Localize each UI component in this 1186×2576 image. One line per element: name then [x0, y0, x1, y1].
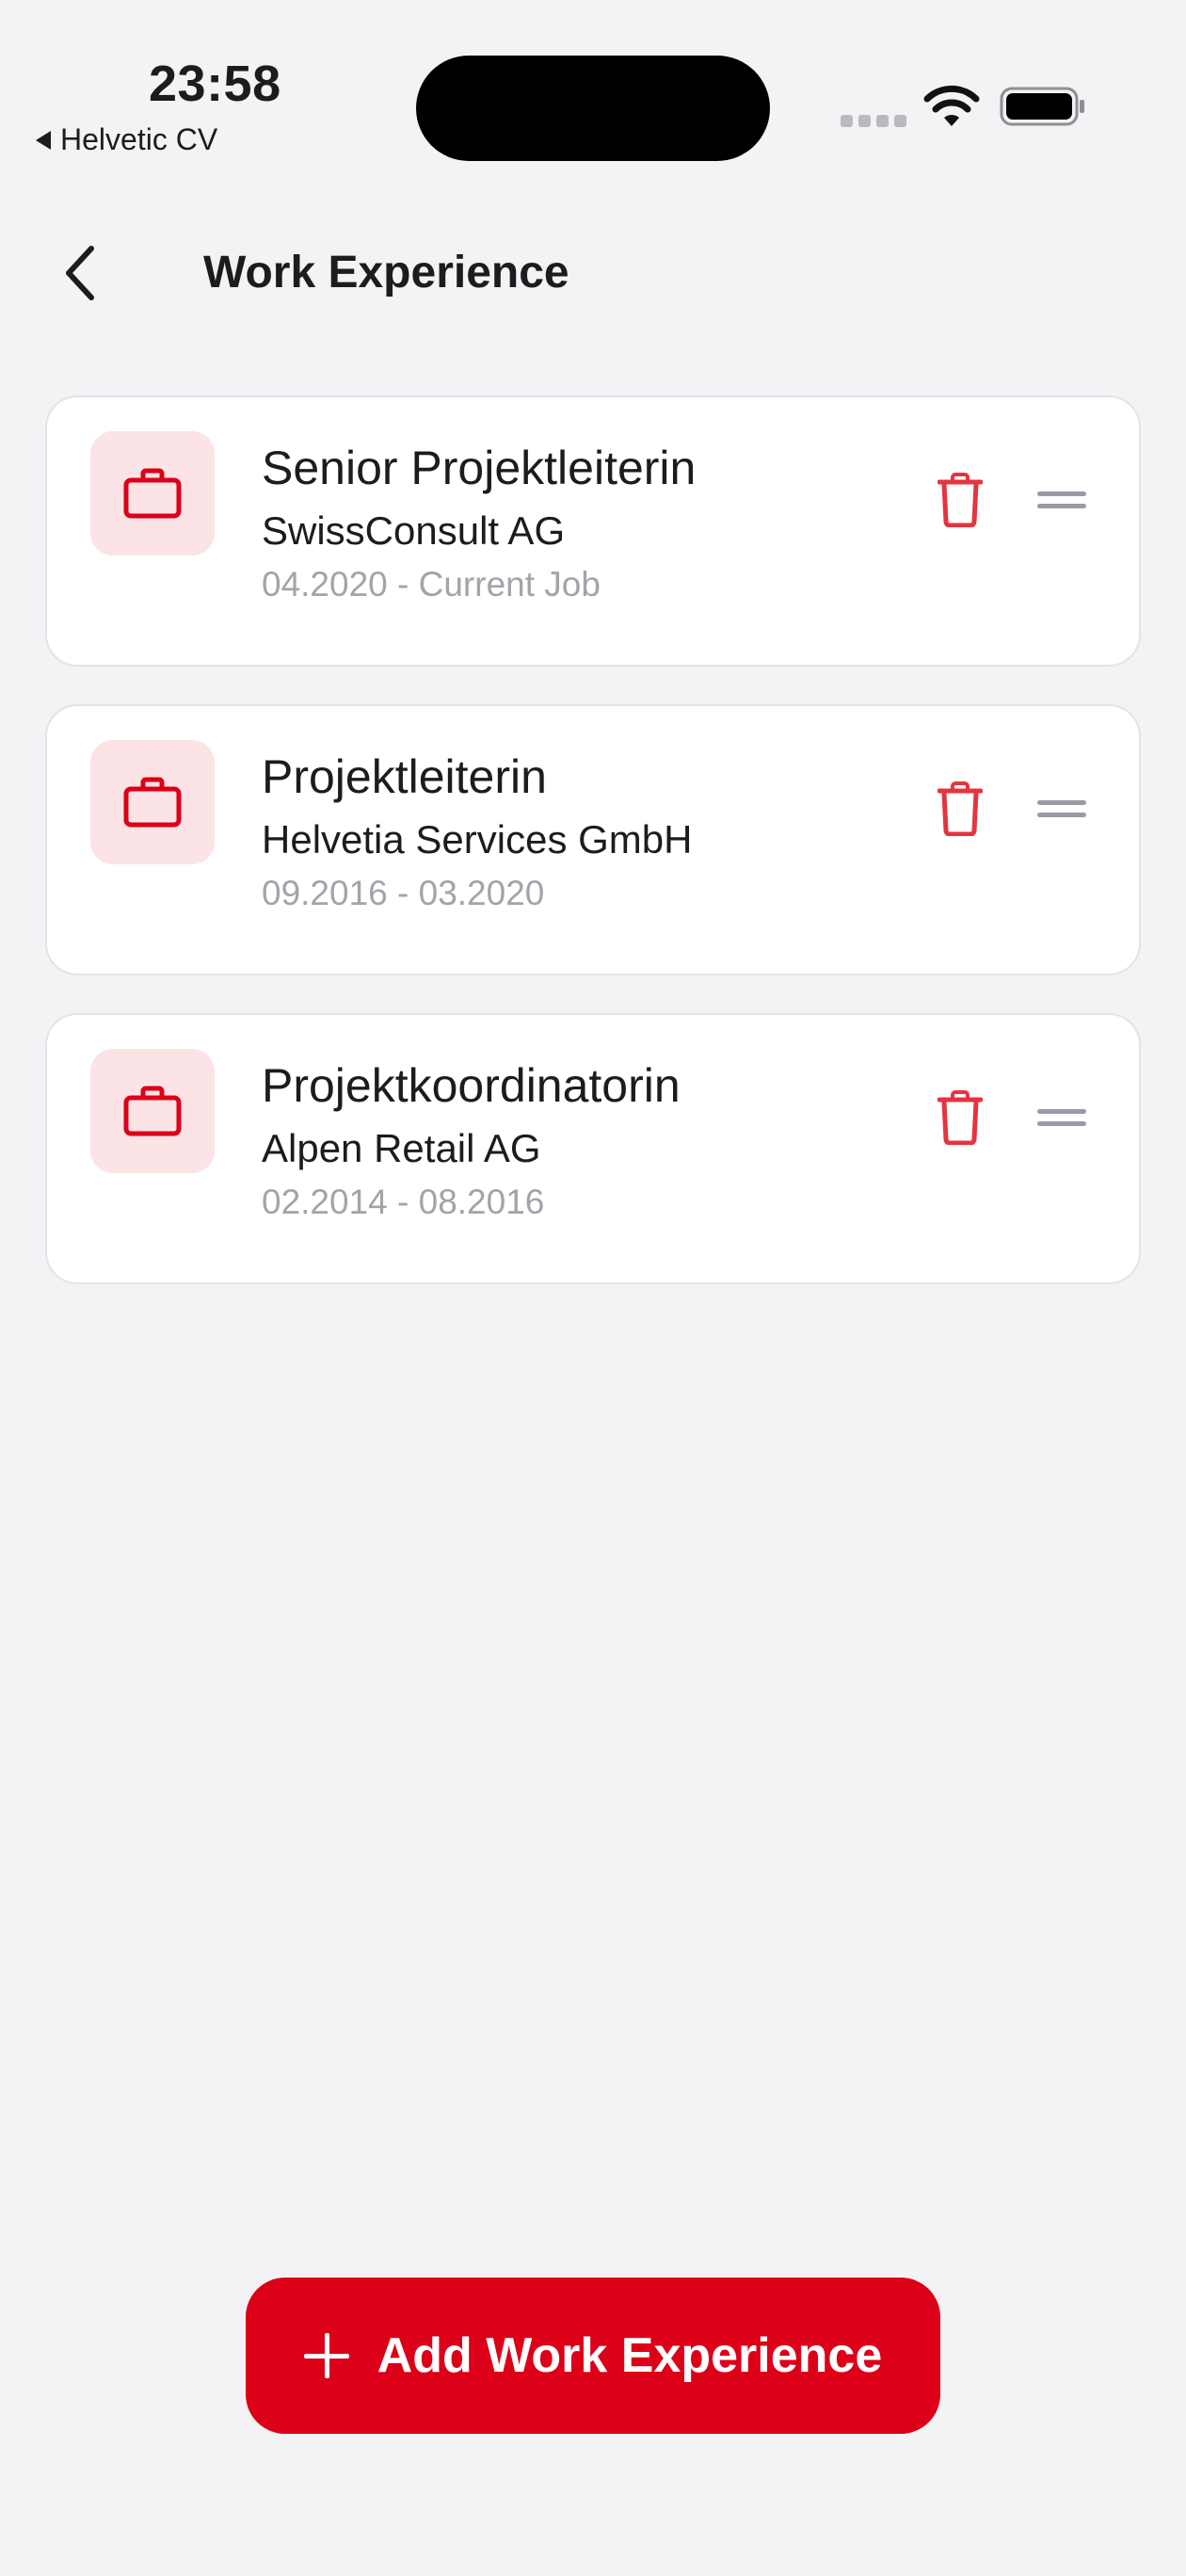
back-to-app-link[interactable]: Helvetic CV — [36, 122, 217, 157]
navigation-bar: Work Experience — [0, 217, 1186, 330]
plus-icon — [303, 2333, 349, 2378]
job-title: Senior Projektleiterin — [262, 442, 697, 494]
status-bar: 23:58 Helvetic CV — [0, 0, 1186, 169]
back-triangle-icon — [36, 130, 51, 150]
job-dates: 02.2014 - 08.2016 — [262, 1183, 545, 1221]
experience-card[interactable]: Senior Projektleiterin SwissConsult AG 0… — [45, 395, 1141, 667]
delete-button[interactable] — [932, 776, 988, 842]
drag-handle-icon — [1037, 491, 1086, 508]
trash-icon — [938, 473, 983, 527]
job-icon-badge — [90, 1049, 215, 1173]
job-title: Projektkoordinatorin — [262, 1059, 681, 1112]
company-name: SwissConsult AG — [262, 508, 566, 553]
reorder-handle[interactable] — [1034, 476, 1090, 523]
add-work-experience-button[interactable]: Add Work Experience — [246, 2278, 940, 2434]
company-name: Helvetia Services GmbH — [262, 817, 693, 861]
dynamic-island — [416, 56, 770, 161]
reorder-handle[interactable] — [1034, 1094, 1090, 1141]
drag-handle-icon — [1037, 1109, 1086, 1126]
back-app-label: Helvetic CV — [60, 122, 218, 156]
trash-icon — [938, 781, 983, 836]
job-icon-badge — [90, 431, 215, 555]
status-time: 23:58 — [149, 56, 281, 112]
briefcase-icon — [123, 468, 182, 519]
experience-card[interactable]: Projektleiterin Helvetia Services GmbH 0… — [45, 704, 1141, 975]
delete-button[interactable] — [932, 467, 988, 533]
battery-icon — [1000, 87, 1084, 126]
job-icon-badge — [90, 740, 215, 864]
reorder-handle[interactable] — [1034, 785, 1090, 832]
briefcase-icon — [123, 1086, 182, 1136]
wifi-icon — [923, 85, 980, 126]
job-dates: 09.2016 - 03.2020 — [262, 874, 545, 912]
chevron-left-icon — [66, 246, 94, 300]
job-title: Projektleiterin — [262, 750, 547, 803]
job-dates: 04.2020 - Current Job — [262, 565, 601, 604]
cellular-signal-icon — [841, 115, 906, 127]
company-name: Alpen Retail AG — [262, 1126, 541, 1170]
add-button-label: Add Work Experience — [377, 2328, 883, 2383]
trash-icon — [938, 1090, 983, 1145]
experience-card[interactable]: Projektkoordinatorin Alpen Retail AG 02.… — [45, 1013, 1141, 1284]
delete-button[interactable] — [932, 1085, 988, 1151]
briefcase-icon — [123, 777, 182, 828]
page-title: Work Experience — [203, 248, 569, 298]
back-button[interactable] — [47, 237, 113, 309]
drag-handle-icon — [1037, 800, 1086, 817]
experience-list: Senior Projektleiterin SwissConsult AG 0… — [45, 395, 1141, 1322]
